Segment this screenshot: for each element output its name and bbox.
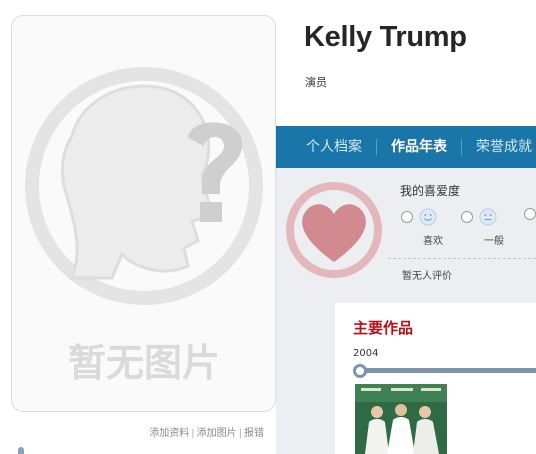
smile-icon[interactable] [419, 208, 437, 226]
like-radio[interactable] [401, 211, 413, 223]
neutral-radio[interactable] [461, 211, 473, 223]
rating-option-neutral[interactable] [461, 208, 497, 226]
tab-works-chronology[interactable]: 作品年表 [377, 126, 461, 168]
heart-icon [286, 182, 382, 278]
favorability-panel: 我的喜爱度 喜欢 一般 暂无人评价 [276, 168, 536, 300]
photo-action-links: 添加资料 | 添加图片 | 报错 [149, 424, 264, 439]
profile-tab-bar: 个人档案 作品年表 荣誉成就 [276, 126, 536, 168]
album-cover-illustration [355, 384, 447, 454]
rating-divider [388, 258, 536, 259]
favorability-title: 我的喜爱度 [400, 184, 461, 198]
dislike-radio[interactable] [524, 208, 536, 220]
like-label: 喜欢 [423, 236, 443, 247]
profile-photo-placeholder: 暂无图片 [11, 15, 276, 412]
timeline-year-label: 2004 [353, 348, 379, 359]
rating-option-dislike[interactable] [524, 208, 536, 220]
work-cover-image[interactable] [355, 384, 447, 454]
no-review-text: 暂无人评价 [402, 271, 452, 282]
no-image-text: 暂无图片 [68, 341, 220, 385]
report-error-link[interactable]: 报错 [244, 428, 264, 439]
link-separator: | [238, 428, 242, 439]
neutral-label: 一般 [484, 236, 504, 247]
main-works-title: 主要作品 [353, 319, 414, 337]
person-role: 演员 [305, 76, 327, 89]
no-image-illustration: 暂无图片 [25, 67, 263, 385]
person-name: Kelly Trump [304, 21, 467, 53]
rating-option-like[interactable] [401, 208, 437, 226]
section-marker [18, 447, 24, 454]
link-separator: | [191, 428, 195, 439]
add-image-link[interactable]: 添加图片 [197, 428, 237, 439]
question-head-icon [25, 67, 263, 305]
add-info-link[interactable]: 添加资料 [149, 428, 189, 439]
tab-personal-profile[interactable]: 个人档案 [276, 126, 376, 168]
tab-honors[interactable]: 荣誉成就 [462, 126, 536, 168]
timeline-year-marker[interactable] [353, 364, 367, 378]
works-timeline [360, 368, 536, 373]
neutral-face-icon[interactable] [479, 208, 497, 226]
